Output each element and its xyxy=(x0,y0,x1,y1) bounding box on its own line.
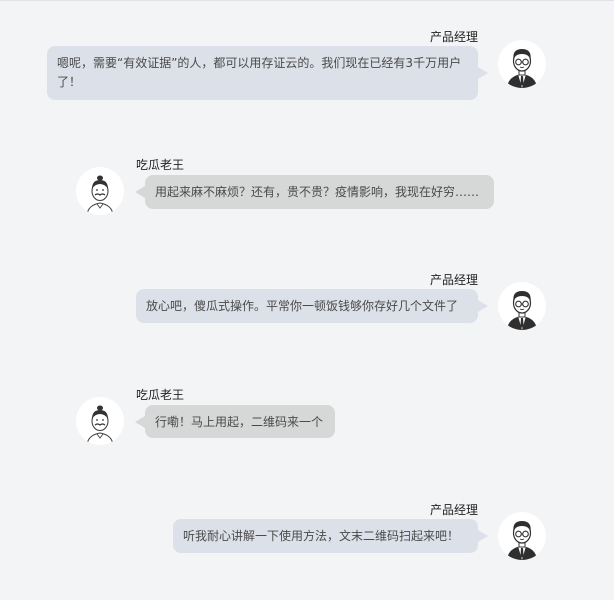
speaker-name-lao-wang: 吃瓜老王 xyxy=(136,158,185,172)
top-divider xyxy=(0,0,614,1)
businessman-with-glasses-icon xyxy=(498,40,546,88)
speaker-name-product-manager: 产品经理 xyxy=(429,273,478,287)
message-bubble-product-manager: 听我耐心讲解一下使用方法，文末二维码扫起来吧！ xyxy=(173,519,488,553)
message-bubble-lao-wang: 行嘞！马上用起，二维码来一个 xyxy=(135,405,335,438)
message-bubble-product-manager: 嗯呢，需要“有效证据”的人，都可以用存证云的。我们现在已经有3千万用户了！ xyxy=(47,46,488,100)
speaker-name-product-manager: 产品经理 xyxy=(429,503,478,517)
speaker-name-product-manager: 产品经理 xyxy=(429,30,478,44)
message-bubble-lao-wang: 用起来麻不麻烦？还有，贵不贵？疫情影响，我现在好穷…… xyxy=(135,175,494,209)
speaker-name-lao-wang: 吃瓜老王 xyxy=(136,388,185,402)
businessman-with-glasses-icon xyxy=(498,282,546,330)
businessman-with-glasses-icon xyxy=(498,512,546,560)
mustached-man-icon xyxy=(76,167,124,215)
message-bubble-product-manager: 放心吧，傻瓜式操作。平常你一顿饭钱够你存好几个文件了 xyxy=(136,289,488,323)
mustached-man-icon xyxy=(76,397,124,445)
